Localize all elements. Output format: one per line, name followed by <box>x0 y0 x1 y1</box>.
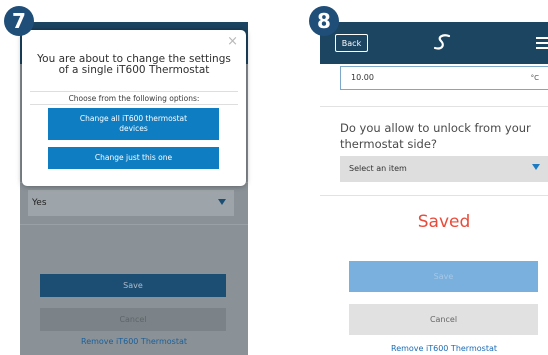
remove-thermostat-link[interactable]: Remove iT600 Thermostat <box>20 337 248 346</box>
divider <box>20 224 248 225</box>
hamburger-menu-icon[interactable] <box>536 37 548 52</box>
divider <box>320 195 548 196</box>
salus-logo-icon <box>433 34 451 50</box>
temperature-unit: °C <box>530 74 539 82</box>
right-phone-screen: Back 10.00 °C Do you allow to unlock fro… <box>320 22 548 355</box>
app-header: Back <box>320 22 548 64</box>
unlock-select[interactable]: Select an item <box>340 156 548 182</box>
change-all-devices-label: Change all iT600 thermostat devices <box>79 114 188 133</box>
chevron-down-icon <box>532 164 540 170</box>
unlock-select-value: Yes <box>32 198 47 208</box>
divider <box>320 106 548 107</box>
save-button[interactable]: Save <box>349 261 538 292</box>
change-just-this-one-button[interactable]: Change just this one <box>48 147 219 169</box>
chevron-down-icon <box>218 199 226 205</box>
step-badge-7: 7 <box>4 6 34 36</box>
close-icon[interactable]: × <box>227 34 238 49</box>
divider <box>30 91 238 92</box>
change-all-devices-button[interactable]: Change all iT600 thermostat devices <box>48 108 219 140</box>
unlock-question: Do you allow to unlock from your thermos… <box>340 121 531 151</box>
saved-status: Saved <box>417 212 471 232</box>
unlock-select-placeholder: Select an item <box>349 164 407 173</box>
cancel-button[interactable]: Cancel <box>349 304 538 335</box>
temperature-input[interactable]: 10.00 °C <box>340 66 548 90</box>
back-button[interactable]: Back <box>335 34 368 52</box>
step-badge-8: 8 <box>309 6 339 36</box>
save-button[interactable]: Save <box>40 274 226 297</box>
unlock-select[interactable]: Yes <box>28 190 234 216</box>
cancel-button[interactable]: Cancel <box>40 308 226 331</box>
remove-thermostat-link[interactable]: Remove iT600 Thermostat <box>320 344 548 353</box>
dialog-title: You are about to change the settings of … <box>37 53 231 76</box>
dialog-hint: Choose from the following options: <box>68 94 200 103</box>
divider <box>30 104 238 105</box>
temperature-value: 10.00 <box>351 73 374 82</box>
change-settings-dialog: × You are about to change the settings o… <box>22 30 246 186</box>
